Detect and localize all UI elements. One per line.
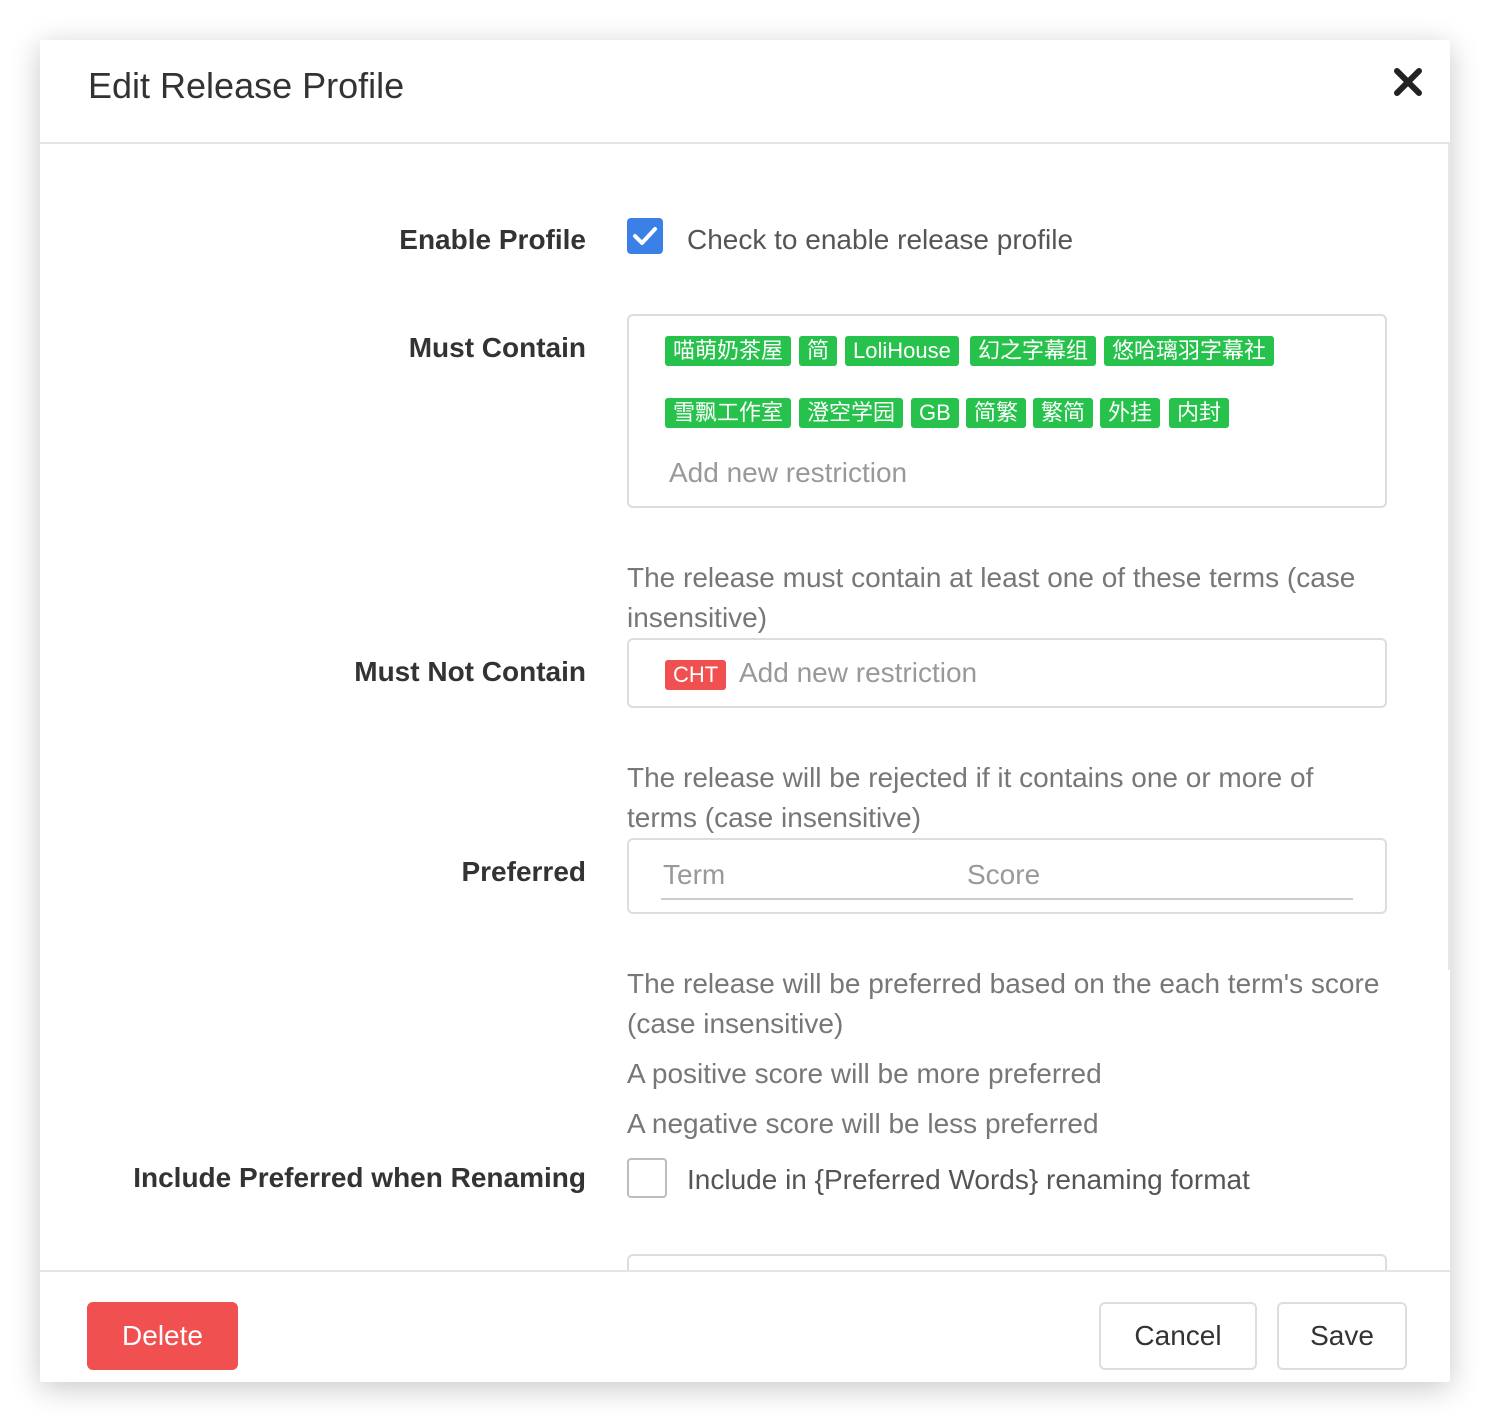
preferred-term-input[interactable]: Term bbox=[663, 858, 725, 892]
must-contain-tag[interactable]: 悠哈璃羽字幕社 bbox=[1104, 336, 1275, 366]
must-not-contain-input[interactable]: CHT Add new restriction bbox=[627, 638, 1387, 708]
save-button[interactable]: Save bbox=[1277, 1302, 1407, 1370]
must-contain-tag[interactable]: 澄空学园 bbox=[799, 398, 904, 428]
close-icon[interactable] bbox=[1392, 66, 1424, 98]
enable-profile-text: Check to enable release profile bbox=[687, 224, 1074, 255]
checkmark-icon bbox=[633, 227, 657, 245]
must-not-contain-tag[interactable]: CHT bbox=[665, 660, 727, 690]
preferred-input[interactable]: Term Score bbox=[627, 838, 1387, 914]
modal-header: Edit Release Profile bbox=[40, 40, 1450, 144]
modal-title: Edit Release Profile bbox=[88, 65, 405, 106]
must-contain-tag[interactable]: 繁简 bbox=[1033, 398, 1094, 428]
must-contain-tag[interactable]: 简 bbox=[799, 336, 838, 366]
must-contain-tag[interactable]: 喵萌奶茶屋 bbox=[665, 336, 792, 366]
preferred-input-underline bbox=[661, 898, 1353, 900]
edit-release-profile-modal: Edit Release Profile Enable Profile Chec… bbox=[40, 40, 1450, 1382]
must-contain-tag[interactable]: LoliHouse bbox=[845, 336, 959, 366]
must-not-contain-label: Must Not Contain bbox=[354, 656, 586, 687]
must-contain-input[interactable]: 喵萌奶茶屋 简 LoliHouse 幻之字幕组 悠哈璃羽字幕社 雪飘工作室 澄空… bbox=[627, 314, 1387, 508]
preferred-label: Preferred bbox=[461, 856, 586, 887]
modal-body[interactable]: Enable Profile Check to enable release p… bbox=[40, 144, 1450, 1272]
must-contain-label: Must Contain bbox=[408, 332, 586, 363]
preferred-score-input[interactable]: Score bbox=[967, 858, 1040, 892]
delete-button[interactable]: Delete bbox=[87, 1302, 238, 1370]
include-preferred-checkbox[interactable] bbox=[627, 1158, 667, 1198]
must-contain-tag[interactable]: GB bbox=[911, 398, 959, 428]
must-not-contain-help: The release will be rejected if it conta… bbox=[627, 762, 1314, 833]
preferred-help: The release will be preferred based on t… bbox=[627, 968, 1380, 1039]
must-contain-tag[interactable]: 雪飘工作室 bbox=[665, 398, 792, 428]
modal-footer: Delete Cancel Save bbox=[40, 1270, 1450, 1382]
include-preferred-label: Include Preferred when Renaming bbox=[133, 1162, 586, 1193]
scrollbar[interactable] bbox=[1448, 144, 1450, 970]
include-preferred-text: Include in {Preferred Words} renaming fo… bbox=[687, 1164, 1250, 1195]
enable-profile-checkbox[interactable] bbox=[627, 218, 663, 254]
must-contain-tag[interactable]: 外挂 bbox=[1100, 398, 1161, 428]
must-contain-placeholder[interactable]: Add new restriction bbox=[669, 456, 907, 490]
must-contain-tag[interactable]: 内封 bbox=[1169, 398, 1230, 428]
must-contain-help: The release must contain at least one of… bbox=[627, 562, 1356, 633]
must-contain-tag[interactable]: 简繁 bbox=[966, 398, 1027, 428]
cancel-button[interactable]: Cancel bbox=[1099, 1302, 1257, 1370]
preferred-help-positive: A positive score will be more preferred bbox=[627, 1058, 1102, 1089]
must-not-contain-placeholder[interactable]: Add new restriction bbox=[739, 656, 977, 690]
preferred-help-negative: A negative score will be less preferred bbox=[627, 1108, 1099, 1139]
enable-profile-label: Enable Profile bbox=[399, 224, 586, 255]
must-contain-tag[interactable]: 幻之字幕组 bbox=[970, 336, 1097, 366]
